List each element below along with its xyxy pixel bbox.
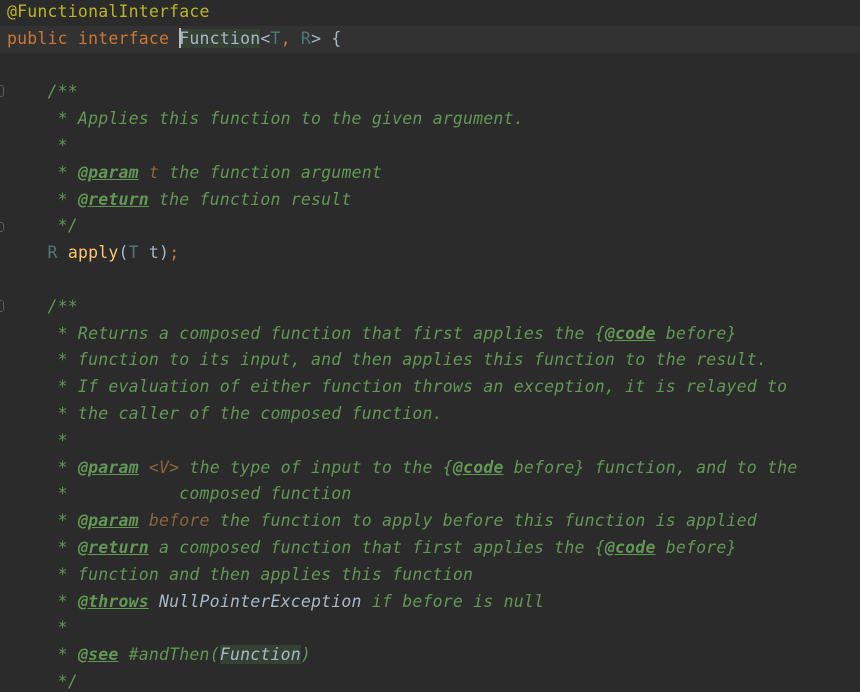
doc-comment-text: if before is null — [361, 591, 545, 611]
doc-tag-throws: @throws — [77, 591, 149, 611]
doc-comment-text: * — [7, 645, 78, 665]
doc-comment-text: * — [7, 189, 78, 209]
doc-comment-text: before} — [655, 538, 737, 557]
code-line-interface-declaration[interactable]: public interface Function<T, R> { — [0, 25, 860, 53]
doc-comment-text: * — [7, 162, 78, 182]
doc-comment-text: before} — [655, 323, 737, 343]
interface-name[interactable]: Function — [179, 28, 261, 48]
doc-comment-text: a composed function that first applies t… — [148, 538, 605, 557]
code-line-doc-close[interactable]: */ — [0, 213, 860, 240]
code-line-doc-param[interactable]: * @param t the function argument — [0, 160, 860, 187]
doc-space — [139, 163, 149, 182]
code-line-doc[interactable]: * function and then applies this functio… — [0, 562, 860, 589]
doc-comment-text: */ — [7, 216, 78, 236]
param-type-t: T — [128, 243, 139, 263]
code-line-doc[interactable]: * composed function — [0, 481, 860, 508]
doc-comment-text: the function result — [148, 189, 352, 209]
doc-space — [149, 592, 159, 611]
doc-comment-text: the function to apply before this functi… — [209, 511, 757, 531]
code-line-doc-return[interactable]: * @return the function result — [0, 187, 860, 214]
doc-tag-code: @code — [604, 538, 656, 557]
code-line-blank[interactable] — [0, 267, 860, 294]
code-line-doc-open[interactable]: /** — [0, 79, 860, 106]
doc-space — [139, 511, 149, 530]
fold-marker-icon[interactable] — [0, 299, 4, 312]
code-line-doc[interactable]: * — [0, 133, 860, 160]
doc-tag-return: @return — [77, 538, 149, 557]
doc-comment-text: */ — [7, 672, 78, 691]
doc-param-name: <V> — [148, 457, 180, 477]
doc-comment-text: * — [7, 136, 68, 155]
doc-comment-text: * function and then applies this functio… — [7, 564, 474, 584]
doc-comment-text: * the caller of the composed function. — [7, 404, 443, 423]
doc-comment-text: * — [7, 430, 68, 450]
doc-tag-param: @param — [77, 511, 139, 531]
code-line-doc-see[interactable]: * @see #andThen(Function) — [0, 642, 860, 669]
code-line-doc-return[interactable]: * @return a composed function that first… — [0, 535, 860, 562]
doc-tag-code: @code — [452, 457, 504, 477]
doc-tag-param: @param — [77, 457, 139, 477]
doc-comment-text: * If evaluation of either function throw… — [7, 377, 788, 397]
brace-open: > { — [311, 28, 342, 48]
doc-exception-ref[interactable]: NullPointerException — [159, 592, 362, 611]
code-line-doc[interactable]: * Applies this function to the given arg… — [0, 106, 860, 133]
code-line-doc-param[interactable]: * @param <V> the type of input to the {@… — [0, 455, 860, 482]
doc-comment-text: ) — [300, 645, 312, 665]
doc-comment-text: #andThen( — [118, 645, 220, 665]
doc-space — [139, 458, 149, 477]
code-line-doc[interactable]: * If evaluation of either function throw… — [0, 374, 860, 401]
doc-comment-text: * — [7, 618, 68, 638]
code-line-apply-method[interactable]: R apply(T t); — [0, 240, 860, 267]
text-caret — [179, 28, 182, 49]
fold-marker-icon[interactable] — [0, 85, 4, 98]
doc-comment-text: * Applies this function to the given arg… — [7, 109, 524, 129]
code-line-doc-open[interactable]: /** — [0, 294, 860, 321]
type-param-r: R — [300, 28, 312, 48]
doc-comment-text: the function argument — [159, 162, 382, 182]
param-rest: t) — [138, 243, 170, 263]
semicolon: ; — [169, 243, 180, 263]
generic-open: < — [260, 28, 271, 48]
code-line-doc[interactable]: * — [0, 428, 860, 455]
doc-comment-text: /** — [7, 82, 78, 102]
doc-tag-see: @see — [77, 645, 119, 665]
doc-param-name: before — [148, 511, 210, 531]
annotation-token: @FunctionalInterface — [7, 2, 210, 21]
code-line-doc[interactable]: * — [0, 615, 860, 642]
keyword-interface: interface — [77, 28, 180, 48]
code-line-doc-param[interactable]: * @param before the function to apply be… — [0, 508, 860, 535]
code-line-doc-close[interactable]: */ — [0, 669, 860, 692]
code-line-doc-throws[interactable]: * @throws NullPointerException if before… — [0, 589, 860, 616]
doc-comment-text: * Returns a composed function that first… — [7, 323, 605, 343]
doc-comment-text: before} function, and to the — [503, 457, 798, 477]
doc-comment-text: * — [7, 511, 78, 531]
doc-tag-param: @param — [77, 162, 139, 182]
code-line-doc[interactable]: * function to its input, and then applie… — [0, 347, 860, 374]
return-type-r: R — [47, 243, 58, 263]
doc-comment-text: * — [7, 538, 78, 557]
doc-comment-text: * — [7, 591, 78, 611]
code-line-blank[interactable] — [0, 53, 860, 80]
doc-comment-text: * function to its input, and then applie… — [7, 350, 768, 370]
type-param-t: T — [270, 28, 281, 48]
doc-tag-code: @code — [604, 323, 656, 343]
code-line-doc[interactable]: * Returns a composed function that first… — [0, 321, 860, 348]
doc-tag-return: @return — [77, 189, 149, 209]
method-name-apply[interactable]: apply — [68, 243, 119, 262]
code-editor[interactable]: @FunctionalInterface public interface Fu… — [0, 0, 860, 692]
doc-comment-text: * — [7, 457, 78, 477]
paren-open: ( — [118, 243, 129, 263]
code-line-doc[interactable]: * the caller of the composed function. — [0, 401, 860, 428]
doc-comment-text: the type of input to the { — [179, 457, 453, 477]
doc-param-name: t — [148, 162, 160, 182]
doc-comment-text: /** — [7, 296, 78, 316]
doc-function-ref[interactable]: Function — [219, 645, 301, 665]
comma: , — [280, 28, 301, 48]
fold-end-marker-icon[interactable] — [0, 222, 4, 233]
code-line-annotation[interactable]: @FunctionalInterface — [0, 0, 860, 26]
keyword-public: public — [7, 28, 78, 48]
doc-comment-text: * composed function — [7, 484, 352, 504]
